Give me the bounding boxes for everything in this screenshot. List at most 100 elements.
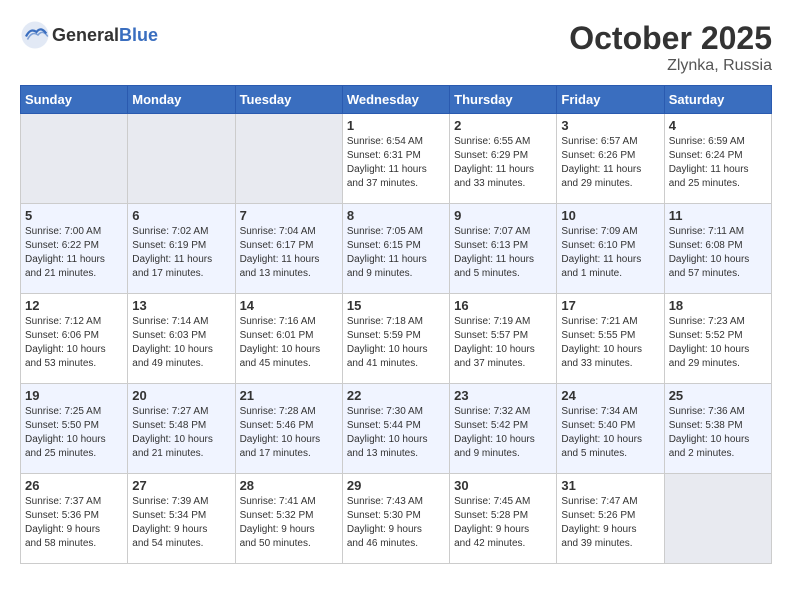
day-number: 20 <box>132 388 230 403</box>
logo-general-text: General <box>52 25 119 45</box>
calendar-cell: 17 Sunrise: 7:21 AM Sunset: 5:55 PM Dayli… <box>557 294 664 384</box>
day-info: Sunrise: 7:36 AM Sunset: 5:38 PM Dayligh… <box>669 405 767 461</box>
calendar-week-row: 1 Sunrise: 6:54 AM Sunset: 6:31 PM Daylig… <box>21 114 772 204</box>
day-info: Sunrise: 6:57 AM Sunset: 6:26 PM Dayligh… <box>561 135 659 191</box>
calendar-cell: 5 Sunrise: 7:00 AM Sunset: 6:22 PM Daylig… <box>21 204 128 294</box>
day-info: Sunrise: 7:05 AM Sunset: 6:15 PM Dayligh… <box>347 225 445 281</box>
day-info: Sunrise: 7:21 AM Sunset: 5:55 PM Dayligh… <box>561 315 659 371</box>
day-number: 25 <box>669 388 767 403</box>
day-number: 8 <box>347 208 445 223</box>
day-info: Sunrise: 7:43 AM Sunset: 5:30 PM Dayligh… <box>347 495 445 551</box>
day-number: 10 <box>561 208 659 223</box>
day-number: 5 <box>25 208 123 223</box>
day-number: 6 <box>132 208 230 223</box>
calendar-cell: 27Sunrise: 7:39 AM Sunset: 5:34 PM Dayli… <box>128 474 235 564</box>
calendar-week-row: 26 Sunrise: 7:37 AM Sunset: 5:36 PM Dayli… <box>21 474 772 564</box>
calendar-cell: 22 Sunrise: 7:30 AM Sunset: 5:44 PM Dayli… <box>342 384 449 474</box>
day-info: Sunrise: 7:16 AM Sunset: 6:01 PM Dayligh… <box>240 315 338 371</box>
day-info: Sunrise: 7:12 AM Sunset: 6:06 PM Dayligh… <box>25 315 123 371</box>
day-info: Sunrise: 7:23 AM Sunset: 5:52 PM Dayligh… <box>669 315 767 371</box>
calendar-cell: 20 Sunrise: 7:27 AM Sunset: 5:48 PM Dayli… <box>128 384 235 474</box>
calendar-cell <box>664 474 771 564</box>
day-number: 16 <box>454 298 552 313</box>
day-number: 17 <box>561 298 659 313</box>
day-info: Sunrise: 7:19 AM Sunset: 5:57 PM Dayligh… <box>454 315 552 371</box>
logo-blue-text: Blue <box>119 25 158 45</box>
day-number: 24 <box>561 388 659 403</box>
calendar-cell: 2Sunrise: 6:55 AM Sunset: 6:29 PM Daylig… <box>450 114 557 204</box>
month-year-title: October 2025 <box>569 20 772 57</box>
weekday-header-tuesday: Tuesday <box>235 86 342 114</box>
calendar-cell: 3 Sunrise: 6:57 AM Sunset: 6:26 PM Daylig… <box>557 114 664 204</box>
calendar-table: SundayMondayTuesdayWednesdayThursdayFrid… <box>20 85 772 564</box>
calendar-cell: 23 Sunrise: 7:32 AM Sunset: 5:42 PM Dayli… <box>450 384 557 474</box>
weekday-header-wednesday: Wednesday <box>342 86 449 114</box>
calendar-cell <box>21 114 128 204</box>
calendar-cell: 7Sunrise: 7:04 AM Sunset: 6:17 PM Daylig… <box>235 204 342 294</box>
weekday-header-saturday: Saturday <box>664 86 771 114</box>
day-info: Sunrise: 7:47 AM Sunset: 5:26 PM Dayligh… <box>561 495 659 551</box>
calendar-cell: 28Sunrise: 7:41 AM Sunset: 5:32 PM Dayli… <box>235 474 342 564</box>
day-number: 18 <box>669 298 767 313</box>
calendar-cell: 1 Sunrise: 6:54 AM Sunset: 6:31 PM Daylig… <box>342 114 449 204</box>
day-info: Sunrise: 6:54 AM Sunset: 6:31 PM Dayligh… <box>347 135 445 191</box>
day-number: 1 <box>347 118 445 133</box>
day-info: Sunrise: 7:02 AM Sunset: 6:19 PM Dayligh… <box>132 225 230 281</box>
calendar-cell: 29 Sunrise: 7:43 AM Sunset: 5:30 PM Dayli… <box>342 474 449 564</box>
day-number: 9 <box>454 208 552 223</box>
calendar-week-row: 12 Sunrise: 7:12 AM Sunset: 6:06 PM Dayli… <box>21 294 772 384</box>
day-number: 23 <box>454 388 552 403</box>
day-info: Sunrise: 7:00 AM Sunset: 6:22 PM Dayligh… <box>25 225 123 281</box>
day-info: Sunrise: 7:32 AM Sunset: 5:42 PM Dayligh… <box>454 405 552 461</box>
day-info: Sunrise: 7:18 AM Sunset: 5:59 PM Dayligh… <box>347 315 445 371</box>
day-info: Sunrise: 6:59 AM Sunset: 6:24 PM Dayligh… <box>669 135 767 191</box>
day-number: 2 <box>454 118 552 133</box>
calendar-cell: 16 Sunrise: 7:19 AM Sunset: 5:57 PM Dayli… <box>450 294 557 384</box>
weekday-header-sunday: Sunday <box>21 86 128 114</box>
day-number: 29 <box>347 478 445 493</box>
day-info: Sunrise: 7:41 AM Sunset: 5:32 PM Dayligh… <box>240 495 338 551</box>
location-text: Zlynka, Russia <box>569 57 772 75</box>
day-number: 27 <box>132 478 230 493</box>
day-number: 13 <box>132 298 230 313</box>
day-number: 3 <box>561 118 659 133</box>
day-number: 4 <box>669 118 767 133</box>
day-info: Sunrise: 7:37 AM Sunset: 5:36 PM Dayligh… <box>25 495 123 551</box>
calendar-cell: 25 Sunrise: 7:36 AM Sunset: 5:38 PM Dayli… <box>664 384 771 474</box>
calendar-cell: 30Sunrise: 7:45 AM Sunset: 5:28 PM Dayli… <box>450 474 557 564</box>
calendar-cell: 15Sunrise: 7:18 AM Sunset: 5:59 PM Dayli… <box>342 294 449 384</box>
day-info: Sunrise: 7:14 AM Sunset: 6:03 PM Dayligh… <box>132 315 230 371</box>
calendar-cell: 12 Sunrise: 7:12 AM Sunset: 6:06 PM Dayli… <box>21 294 128 384</box>
title-block: October 2025 Zlynka, Russia <box>569 20 772 75</box>
calendar-cell: 13 Sunrise: 7:14 AM Sunset: 6:03 PM Dayli… <box>128 294 235 384</box>
day-number: 7 <box>240 208 338 223</box>
day-info: Sunrise: 7:27 AM Sunset: 5:48 PM Dayligh… <box>132 405 230 461</box>
calendar-cell: 10 Sunrise: 7:09 AM Sunset: 6:10 PM Dayli… <box>557 204 664 294</box>
calendar-week-row: 5 Sunrise: 7:00 AM Sunset: 6:22 PM Daylig… <box>21 204 772 294</box>
day-info: Sunrise: 7:07 AM Sunset: 6:13 PM Dayligh… <box>454 225 552 281</box>
day-info: Sunrise: 7:30 AM Sunset: 5:44 PM Dayligh… <box>347 405 445 461</box>
calendar-cell: 24Sunrise: 7:34 AM Sunset: 5:40 PM Dayli… <box>557 384 664 474</box>
calendar-cell: 11Sunrise: 7:11 AM Sunset: 6:08 PM Dayli… <box>664 204 771 294</box>
calendar-cell: 14Sunrise: 7:16 AM Sunset: 6:01 PM Dayli… <box>235 294 342 384</box>
weekday-header-row: SundayMondayTuesdayWednesdayThursdayFrid… <box>21 86 772 114</box>
calendar-cell <box>128 114 235 204</box>
calendar-cell: 19Sunrise: 7:25 AM Sunset: 5:50 PM Dayli… <box>21 384 128 474</box>
day-number: 19 <box>25 388 123 403</box>
day-number: 11 <box>669 208 767 223</box>
calendar-cell: 4 Sunrise: 6:59 AM Sunset: 6:24 PM Daylig… <box>664 114 771 204</box>
day-number: 22 <box>347 388 445 403</box>
day-info: Sunrise: 7:09 AM Sunset: 6:10 PM Dayligh… <box>561 225 659 281</box>
page-header: GeneralBlue October 2025 Zlynka, Russia <box>20 20 772 75</box>
calendar-cell: 26 Sunrise: 7:37 AM Sunset: 5:36 PM Dayli… <box>21 474 128 564</box>
calendar-cell: 8 Sunrise: 7:05 AM Sunset: 6:15 PM Daylig… <box>342 204 449 294</box>
calendar-cell: 9 Sunrise: 7:07 AM Sunset: 6:13 PM Daylig… <box>450 204 557 294</box>
calendar-cell: 18 Sunrise: 7:23 AM Sunset: 5:52 PM Dayli… <box>664 294 771 384</box>
day-number: 31 <box>561 478 659 493</box>
day-number: 12 <box>25 298 123 313</box>
day-number: 30 <box>454 478 552 493</box>
logo-icon <box>20 20 50 50</box>
day-number: 26 <box>25 478 123 493</box>
weekday-header-monday: Monday <box>128 86 235 114</box>
logo: GeneralBlue <box>20 20 158 50</box>
